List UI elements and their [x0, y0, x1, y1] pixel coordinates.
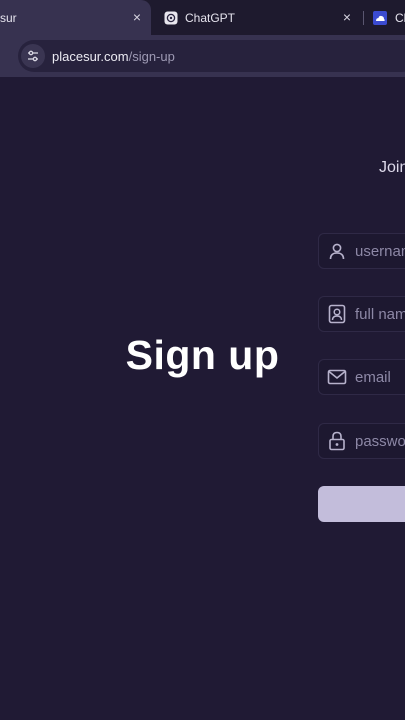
tab-strip: sur × ChatGPT × Cl	[0, 0, 405, 35]
username-field[interactable]	[318, 233, 405, 269]
page-content: Sign up Join	[0, 77, 405, 720]
address-bar[interactable]: placesur.com/sign-up	[18, 40, 405, 72]
tab-title: sur	[0, 10, 17, 25]
url-host: placesur.com	[52, 48, 129, 64]
site-settings-icon[interactable]	[21, 44, 45, 68]
tab-cloud[interactable]: Cl	[366, 0, 405, 35]
lock-icon	[325, 429, 349, 453]
fullname-field[interactable]	[318, 296, 405, 332]
browser-toolbar: placesur.com/sign-up	[0, 35, 405, 77]
sign-up-button[interactable]	[318, 486, 405, 522]
tab-title: Cl	[395, 10, 405, 25]
tab-placesur[interactable]: sur ×	[0, 0, 151, 35]
url-path: /sign-up	[128, 48, 175, 64]
chatgpt-icon	[164, 11, 178, 25]
tab-chatgpt[interactable]: ChatGPT ×	[151, 0, 361, 35]
email-input[interactable]	[355, 368, 405, 386]
tab-title: ChatGPT	[185, 10, 236, 25]
fullname-input[interactable]	[355, 305, 405, 323]
join-text: Join	[379, 159, 405, 176]
username-input[interactable]	[355, 242, 405, 260]
close-icon[interactable]: ×	[129, 9, 145, 25]
password-field[interactable]	[318, 423, 405, 459]
password-input[interactable]	[355, 432, 405, 450]
url-text: placesur.com/sign-up	[52, 49, 175, 64]
email-field[interactable]	[318, 359, 405, 395]
cloud-icon	[373, 10, 387, 25]
mail-icon	[325, 365, 349, 389]
close-icon[interactable]: ×	[339, 9, 355, 25]
tab-separator	[363, 11, 364, 25]
id-card-icon	[325, 302, 349, 326]
user-icon	[325, 239, 349, 263]
